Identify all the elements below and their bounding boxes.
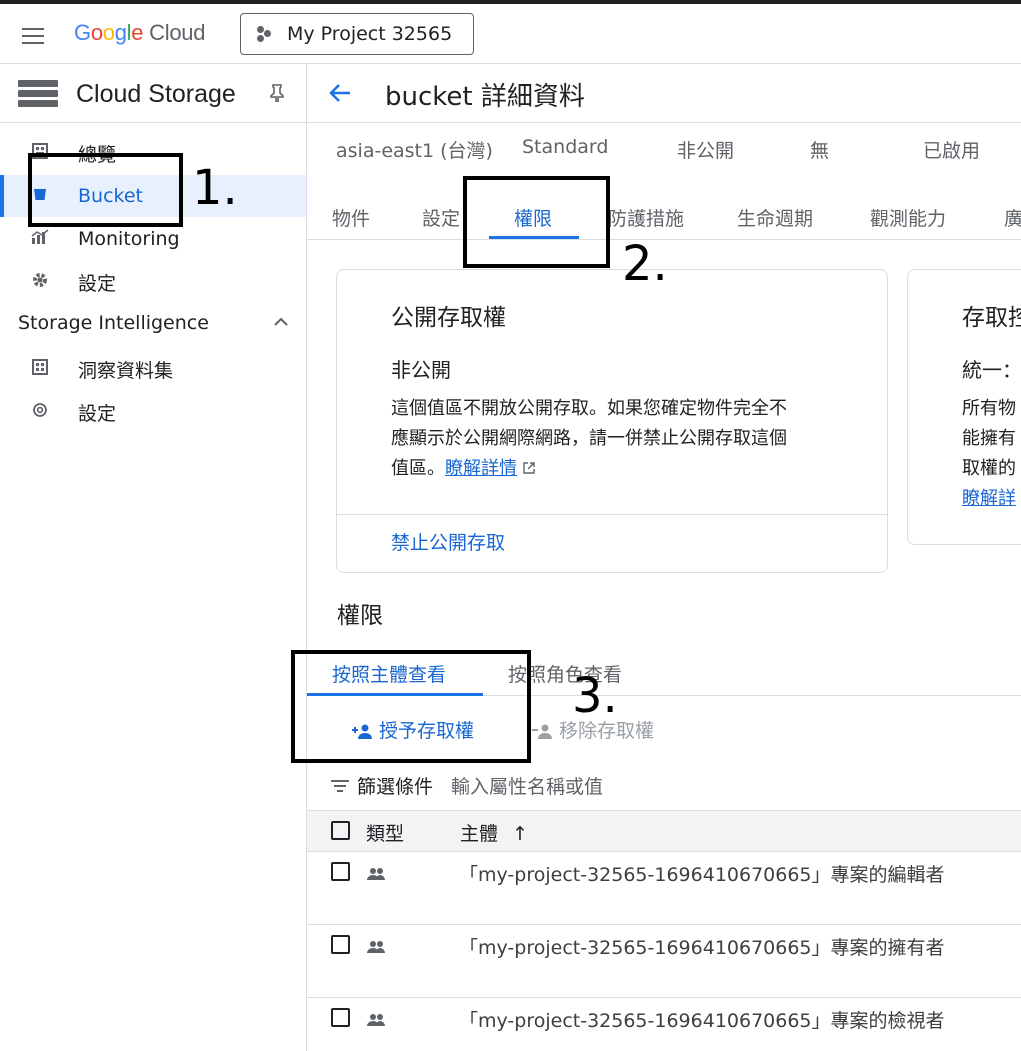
access-control-card: 存取控 統一： 所有物 能擁有 取權的 瞭解詳 — [907, 269, 1021, 545]
external-link-icon — [517, 458, 535, 479]
description-line: 值區。 — [391, 458, 445, 479]
sidebar-item-label: 洞察資料集 — [78, 359, 174, 382]
logo-letter: g — [114, 20, 127, 45]
learn-more-link[interactable]: 瞭解詳 — [962, 484, 1021, 514]
cloud-storage-icon — [18, 80, 58, 108]
principal-cell: 「my-project-32565-1696410670665」專案的檢視者 — [459, 1010, 945, 1032]
table-row: 「my-project-32565-1696410670665」專案的擁有者 — [307, 925, 1021, 998]
select-all-checkbox[interactable] — [331, 821, 350, 840]
annotation-box-1 — [28, 153, 183, 227]
card-description: 所有物 能擁有 取權的 瞭解詳 — [962, 394, 1021, 514]
sidebar-title: Cloud Storage — [18, 78, 236, 110]
sidebar-item-insights-datasets[interactable]: 洞察資料集 — [0, 348, 306, 390]
logo-letter: o — [102, 20, 115, 45]
description-line: 所有物 — [962, 398, 1016, 419]
meta-public-access: 非公開 — [677, 140, 735, 162]
main-content: bucket 詳細資料 asia-east1 (台灣) Standard 非公開… — [307, 64, 1021, 1051]
person-remove-icon — [531, 722, 553, 739]
chevron-up-icon[interactable] — [274, 315, 288, 331]
group-icon — [367, 939, 385, 953]
sidebar-item-settings[interactable]: 設定 — [0, 261, 306, 303]
column-principal-label: 主體 — [460, 823, 499, 845]
section-title: Storage Intelligence — [18, 312, 209, 334]
description-line: 應顯示於公開網際網路，請一併禁止公開存取這個 — [391, 428, 787, 449]
meta-storage-class: Standard — [522, 136, 609, 158]
meta-hierarchical: 已啟用 — [923, 140, 981, 162]
bucket-tabs: 物件 設定 權限 防護措施 生命週期 觀測能力 廣 — [307, 192, 1021, 240]
annotation-number-2: 2. — [622, 236, 668, 292]
project-picker-button[interactable]: My Project 32565 — [240, 13, 474, 55]
meta-protection: 無 — [810, 140, 830, 162]
description-line: 取權的 — [962, 458, 1016, 479]
group-icon — [367, 1012, 385, 1026]
row-checkbox[interactable] — [331, 1008, 350, 1027]
filter-label: 篩選條件 — [357, 776, 434, 798]
sidebar-item-label: 設定 — [78, 402, 117, 425]
annotation-number-1: 1. — [192, 160, 238, 216]
access-control-status: 統一： — [962, 358, 1021, 382]
divider — [307, 122, 1021, 123]
learn-more-link[interactable]: 瞭解詳情 — [445, 458, 517, 479]
card-title: 存取控 — [962, 305, 1021, 331]
app-header: Google Cloud My Project 32565 — [0, 4, 1021, 64]
annotation-box-3 — [291, 650, 531, 763]
filter-input[interactable]: 輸入屬性名稱或值 — [451, 772, 603, 799]
permissions-title: 權限 — [337, 603, 383, 629]
monitoring-icon — [30, 229, 50, 249]
page-title: bucket 詳細資料 — [385, 82, 585, 112]
card-description: 這個值區不開放公開存取。如果您確定物件完全不 應顯示於公開網際網路，請一併禁止公… — [391, 394, 861, 484]
divider — [0, 122, 307, 123]
section-storage-intelligence[interactable]: Storage Intelligence — [18, 312, 288, 334]
google-cloud-logo[interactable]: Google Cloud — [74, 20, 205, 46]
sidebar-item-label: 設定 — [78, 272, 117, 295]
menu-icon[interactable] — [22, 28, 44, 44]
logo-letter: o — [90, 20, 103, 45]
row-checkbox[interactable] — [331, 862, 350, 881]
prevent-public-access-button[interactable]: 禁止公開存取 — [391, 528, 505, 555]
filter-bar[interactable]: 篩選條件 輸入屬性名稱或值 — [331, 772, 603, 799]
table-header: 類型 主體 ↑ — [307, 810, 1021, 852]
project-name: My Project 32565 — [287, 23, 453, 45]
meta-location: asia-east1 (台灣) — [336, 140, 493, 162]
dataset-icon — [30, 359, 50, 379]
card-title: 公開存取權 — [391, 305, 506, 331]
description-line: 這個值區不開放公開存取。如果您確定物件完全不 — [391, 398, 787, 419]
column-type[interactable]: 類型 — [366, 819, 404, 846]
tab-objects[interactable]: 物件 — [332, 204, 370, 231]
principal-cell: 「my-project-32565-1696410670665」專案的擁有者 — [459, 937, 945, 959]
tab-configuration[interactable]: 設定 — [422, 204, 460, 231]
divider — [337, 514, 887, 515]
project-icon — [257, 26, 271, 42]
sidebar-item-si-settings[interactable]: 設定 — [0, 391, 306, 433]
table-row: 「my-project-32565-1696410670665」專案的編輯者 — [307, 852, 1021, 925]
tab-more[interactable]: 廣 — [1004, 204, 1021, 231]
public-access-card: 公開存取權 非公開 這個值區不開放公開存取。如果您確定物件完全不 應顯示於公開網… — [336, 269, 888, 573]
pin-icon[interactable] — [270, 84, 284, 107]
filter-icon — [331, 777, 349, 795]
sort-ascending-icon[interactable]: ↑ — [512, 823, 528, 845]
logo-letter: G — [74, 20, 91, 45]
annotation-box-2 — [463, 176, 610, 268]
tab-lifecycle[interactable]: 生命週期 — [737, 204, 813, 231]
sidebar-title-text: Cloud Storage — [76, 79, 236, 108]
logo-suffix: Cloud — [149, 20, 206, 45]
annotation-number-3: 3. — [572, 668, 618, 724]
principal-cell: 「my-project-32565-1696410670665」專案的編輯者 — [459, 864, 945, 886]
table-row: 「my-project-32565-1696410670665」專案的檢視者 — [307, 998, 1021, 1051]
public-access-status: 非公開 — [391, 358, 451, 382]
column-principal[interactable]: 主體 ↑ — [460, 819, 528, 846]
back-arrow-icon[interactable] — [329, 80, 351, 110]
row-checkbox[interactable] — [331, 935, 350, 954]
description-line: 能擁有 — [962, 428, 1016, 449]
logo-letter: e — [131, 20, 144, 45]
tab-observability[interactable]: 觀測能力 — [870, 204, 946, 231]
gear-icon — [30, 272, 50, 292]
tab-protection[interactable]: 防護措施 — [608, 204, 684, 231]
gear-outline-icon — [30, 401, 50, 423]
sidebar-item-label: Monitoring — [78, 228, 180, 250]
group-icon — [367, 866, 385, 880]
